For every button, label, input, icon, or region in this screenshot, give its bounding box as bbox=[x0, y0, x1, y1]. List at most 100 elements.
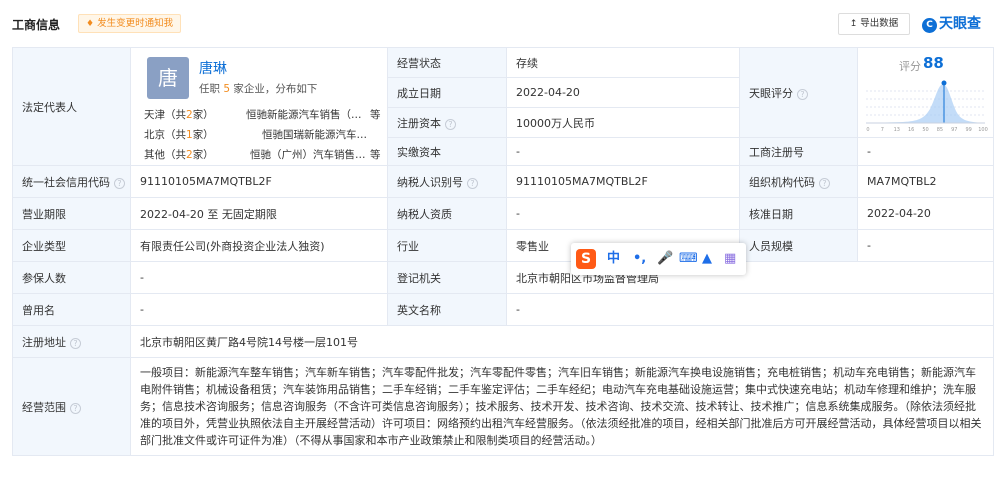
industry-label: 行业 bbox=[387, 229, 507, 262]
section-header: 工商信息 ♦ 发生变更时通知我 ↥ 导出数据 C 天眼查 bbox=[0, 10, 1000, 40]
shirt-icon[interactable]: ▲ bbox=[702, 250, 712, 268]
help-icon[interactable]: ? bbox=[797, 88, 808, 100]
founded-label: 成立日期 bbox=[387, 77, 507, 108]
avatar: 唐 bbox=[147, 57, 189, 99]
org-code-label-cell: 组织机构代码? bbox=[739, 165, 858, 198]
term-value: 2022-04-20 至 无固定期限 bbox=[130, 197, 388, 230]
reg-no-value: - bbox=[857, 137, 994, 166]
paid-capital-label: 实缴资本 bbox=[387, 137, 507, 166]
rating-tick-label: 97 bbox=[951, 127, 957, 133]
chinese-mode-toggle[interactable]: 中 bbox=[607, 250, 620, 268]
rating-distribution-chart: 0 7 13 16 50 85 97 99 100 bbox=[866, 80, 988, 133]
region-suffix: 家） bbox=[192, 129, 214, 141]
rating-tick-label: 16 bbox=[908, 127, 914, 133]
company-link[interactable]: 恒驰新能源汽车销售（天津）有限公司 bbox=[246, 107, 368, 122]
taxpayer-id-label-cell: 纳税人识别号? bbox=[387, 165, 507, 198]
job-prefix: 任职 bbox=[199, 83, 220, 95]
former-name-label: 曾用名 bbox=[12, 293, 131, 326]
bell-icon: ♦ bbox=[86, 19, 95, 29]
term-label: 营业期限 bbox=[12, 197, 131, 230]
credit-code-value[interactable]: 91110105MA7MQTBL2F bbox=[130, 165, 388, 198]
rating-score[interactable]: 88 bbox=[923, 54, 944, 72]
reg-capital-label-cell: 注册资本? bbox=[387, 107, 507, 138]
table-row: 企业类型 有限责任公司(外商投资企业法人独资) 行业 零售业 人员规模 - bbox=[12, 229, 994, 262]
export-label: 导出数据 bbox=[860, 18, 899, 29]
help-icon[interactable]: ? bbox=[70, 402, 81, 414]
company-link[interactable]: 恒驰国瑞新能源汽车销售（北京）有限公司 bbox=[262, 127, 374, 142]
table-row: 经营范围? 一般项目：新能源汽车整车销售；汽车新车销售；汽车零配件批发；汽车零配… bbox=[12, 357, 994, 456]
table-row: 法定代表人 唐 唐琳 任职 5 家企业，分布如下 天津（共2家） 恒驰新能源汽车… bbox=[12, 47, 994, 166]
help-icon[interactable]: ? bbox=[467, 177, 478, 189]
rating-tick-label: 50 bbox=[922, 127, 928, 133]
help-icon[interactable]: ? bbox=[114, 177, 125, 189]
company-info-panel: { "header": { "title": "工商信息", "notify_i… bbox=[0, 0, 1000, 479]
table-row: 注册地址? 北京市朝阳区黄厂路4号院14号楼一层101号 bbox=[12, 325, 994, 358]
more-text[interactable]: 等 bbox=[370, 107, 381, 122]
job-count[interactable]: 5 bbox=[223, 83, 230, 95]
region-count: 2 bbox=[186, 109, 193, 121]
staff-label: 人员规模 bbox=[739, 229, 858, 262]
region-count: 1 bbox=[186, 129, 193, 141]
org-code-value[interactable]: MA7MQTBL2 bbox=[857, 165, 994, 198]
export-data-button[interactable]: ↥ 导出数据 bbox=[838, 13, 910, 35]
type-value: 有限责任公司(外商投资企业法人独资) bbox=[130, 229, 388, 262]
approval-value: 2022-04-20 bbox=[857, 197, 994, 230]
approval-label: 核准日期 bbox=[739, 197, 858, 230]
credit-code-label: 统一社会信用代码 bbox=[22, 175, 110, 189]
paid-capital-value: - bbox=[506, 137, 740, 166]
table-row: 营业期限 2022-04-20 至 无固定期限 纳税人资质 - 核准日期 202… bbox=[12, 197, 994, 230]
rating-label-cell: 天眼评分? bbox=[739, 47, 858, 138]
notify-me-button[interactable]: ♦ 发生变更时通知我 bbox=[78, 14, 182, 33]
region-count: 2 bbox=[186, 149, 193, 161]
region-label: 其他（共2家） bbox=[144, 147, 214, 162]
rating-tick-label: 13 bbox=[894, 127, 900, 133]
help-icon[interactable]: ? bbox=[445, 118, 456, 130]
rating-label: 天眼评分 bbox=[749, 86, 793, 100]
score-marker-dot bbox=[941, 80, 947, 85]
region-row-beijing: 北京（共1家） 恒驰国瑞新能源汽车销售（北京）有限公司 bbox=[144, 127, 382, 143]
status-value: 存续 bbox=[506, 47, 740, 78]
job-suffix: 家企业，分布如下 bbox=[233, 83, 318, 95]
scope-label: 经营范围 bbox=[22, 400, 66, 414]
table-row: 统一社会信用代码? 91110105MA7MQTBL2F 纳税人识别号? 911… bbox=[12, 165, 994, 198]
taxpayer-qual-value: - bbox=[506, 197, 740, 230]
company-link[interactable]: 恒驰（广州）汽车销售有限公司 bbox=[250, 147, 368, 162]
address-label: 注册地址 bbox=[22, 335, 66, 349]
staff-value: - bbox=[857, 229, 994, 262]
taxpayer-id-value[interactable]: 91110105MA7MQTBL2F bbox=[506, 165, 740, 198]
more-text[interactable]: 等 bbox=[370, 147, 381, 162]
legal-rep-name[interactable]: 唐琳 bbox=[199, 58, 227, 78]
founded-value: 2022-04-20 bbox=[506, 77, 740, 108]
region-suffix: 家） bbox=[192, 109, 214, 121]
sogou-logo-icon[interactable]: S bbox=[576, 249, 596, 269]
region-prefix: 北京（共 bbox=[144, 129, 186, 141]
help-icon[interactable]: ? bbox=[819, 177, 830, 189]
reg-capital-label: 注册资本 bbox=[397, 116, 441, 130]
help-icon[interactable]: ? bbox=[70, 337, 81, 349]
punctuation-toggle[interactable]: •, bbox=[633, 250, 646, 268]
region-prefix: 天津（共 bbox=[144, 109, 186, 121]
type-label: 企业类型 bbox=[12, 229, 131, 262]
scope-label-cell: 经营范围? bbox=[12, 357, 131, 456]
export-icon: ↥ bbox=[849, 19, 858, 29]
rating-tick-label: 100 bbox=[978, 127, 988, 133]
rating-tick-label: 0 bbox=[866, 127, 869, 133]
insured-value: - bbox=[130, 261, 388, 294]
rating-title: 评分 bbox=[899, 59, 921, 73]
credit-code-label-cell: 统一社会信用代码? bbox=[12, 165, 131, 198]
address-value: 北京市朝阳区黄厂路4号院14号楼一层101号 bbox=[130, 325, 994, 358]
table-row: 曾用名 - 英文名称 - bbox=[12, 293, 994, 326]
notify-label: 发生变更时通知我 bbox=[97, 18, 174, 29]
mic-icon[interactable]: 🎤 bbox=[657, 250, 673, 268]
section-title: 工商信息 bbox=[12, 18, 61, 32]
rating-tick-label: 85 bbox=[937, 127, 943, 133]
grid-icon[interactable]: ▦ bbox=[724, 250, 736, 268]
table-row: 参保人数 - 登记机关 北京市朝阳区市场监督管理局 bbox=[12, 261, 994, 294]
scope-value: 一般项目：新能源汽车整车销售；汽车新车销售；汽车零配件批发；汽车零配件零售；汽车… bbox=[130, 357, 994, 456]
brand-name: 天眼查 bbox=[939, 16, 981, 32]
org-code-label: 组织机构代码 bbox=[749, 175, 815, 189]
status-label: 经营状态 bbox=[387, 47, 507, 78]
english-name-value: - bbox=[506, 293, 994, 326]
keyboard-icon[interactable]: ⌨ bbox=[679, 250, 698, 268]
ime-toolbar[interactable]: S 中 •, 🎤 ⌨ ▲ ▦ bbox=[571, 243, 746, 275]
